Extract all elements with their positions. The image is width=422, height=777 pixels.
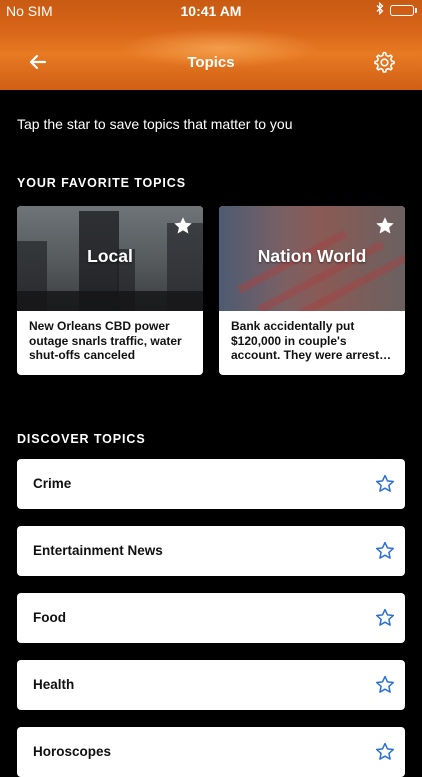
star-outline-icon xyxy=(375,742,395,760)
settings-button[interactable] xyxy=(372,50,396,74)
favorite-card-headline: Bank accidentally put $120,000 in couple… xyxy=(231,319,395,362)
favorite-card-local[interactable]: Local New Orleans CBD power outage snarl… xyxy=(17,206,203,375)
topic-label: Food xyxy=(33,610,66,625)
topic-row-food[interactable]: Food xyxy=(17,593,405,643)
gear-icon xyxy=(374,51,395,73)
star-outline-button[interactable] xyxy=(375,675,395,695)
star-outline-button[interactable] xyxy=(375,474,395,494)
star-outline-button[interactable] xyxy=(375,608,395,628)
star-outline-button[interactable] xyxy=(375,541,395,561)
star-outline-icon xyxy=(375,474,395,492)
topic-row-horoscopes[interactable]: Horoscopes xyxy=(17,727,405,777)
favorite-card-headline: New Orleans CBD power outage snarls traf… xyxy=(29,319,182,362)
topic-row-crime[interactable]: Crime xyxy=(17,459,405,509)
page-title: Topics xyxy=(187,54,235,71)
favorite-card-title: Nation World xyxy=(257,246,367,266)
topic-label: Health xyxy=(33,677,75,692)
topic-row-entertainment-news[interactable]: Entertainment News xyxy=(17,526,405,576)
intro-text: Tap the star to save topics that matter … xyxy=(17,116,293,132)
favorite-star-button[interactable] xyxy=(173,216,193,236)
favorite-card-nation-world[interactable]: Nation World Bank accidentally put $120,… xyxy=(219,206,405,375)
discover-heading: DISCOVER TOPICS xyxy=(17,432,146,446)
topic-label: Entertainment News xyxy=(33,543,163,558)
star-outline-icon xyxy=(375,675,395,693)
favorite-star-button[interactable] xyxy=(375,216,395,236)
status-bar: No SIM 10:41 AM xyxy=(0,0,422,22)
topic-label: Horoscopes xyxy=(33,744,112,759)
star-filled-icon xyxy=(174,217,192,234)
star-outline-icon xyxy=(375,608,395,626)
star-outline-icon xyxy=(375,541,395,559)
app-header: No SIM 10:41 AM Topics xyxy=(0,0,422,90)
favorites-heading: YOUR FAVORITE TOPICS xyxy=(17,176,186,190)
battery-icon xyxy=(390,4,417,16)
star-filled-icon xyxy=(376,217,394,234)
star-outline-button[interactable] xyxy=(375,742,395,762)
status-time: 10:41 AM xyxy=(180,3,242,19)
bluetooth-icon xyxy=(376,1,384,18)
favorite-card-title: Local xyxy=(87,246,133,266)
topic-row-health[interactable]: Health xyxy=(17,660,405,710)
topic-label: Crime xyxy=(33,476,72,491)
status-right-icons xyxy=(376,1,417,18)
